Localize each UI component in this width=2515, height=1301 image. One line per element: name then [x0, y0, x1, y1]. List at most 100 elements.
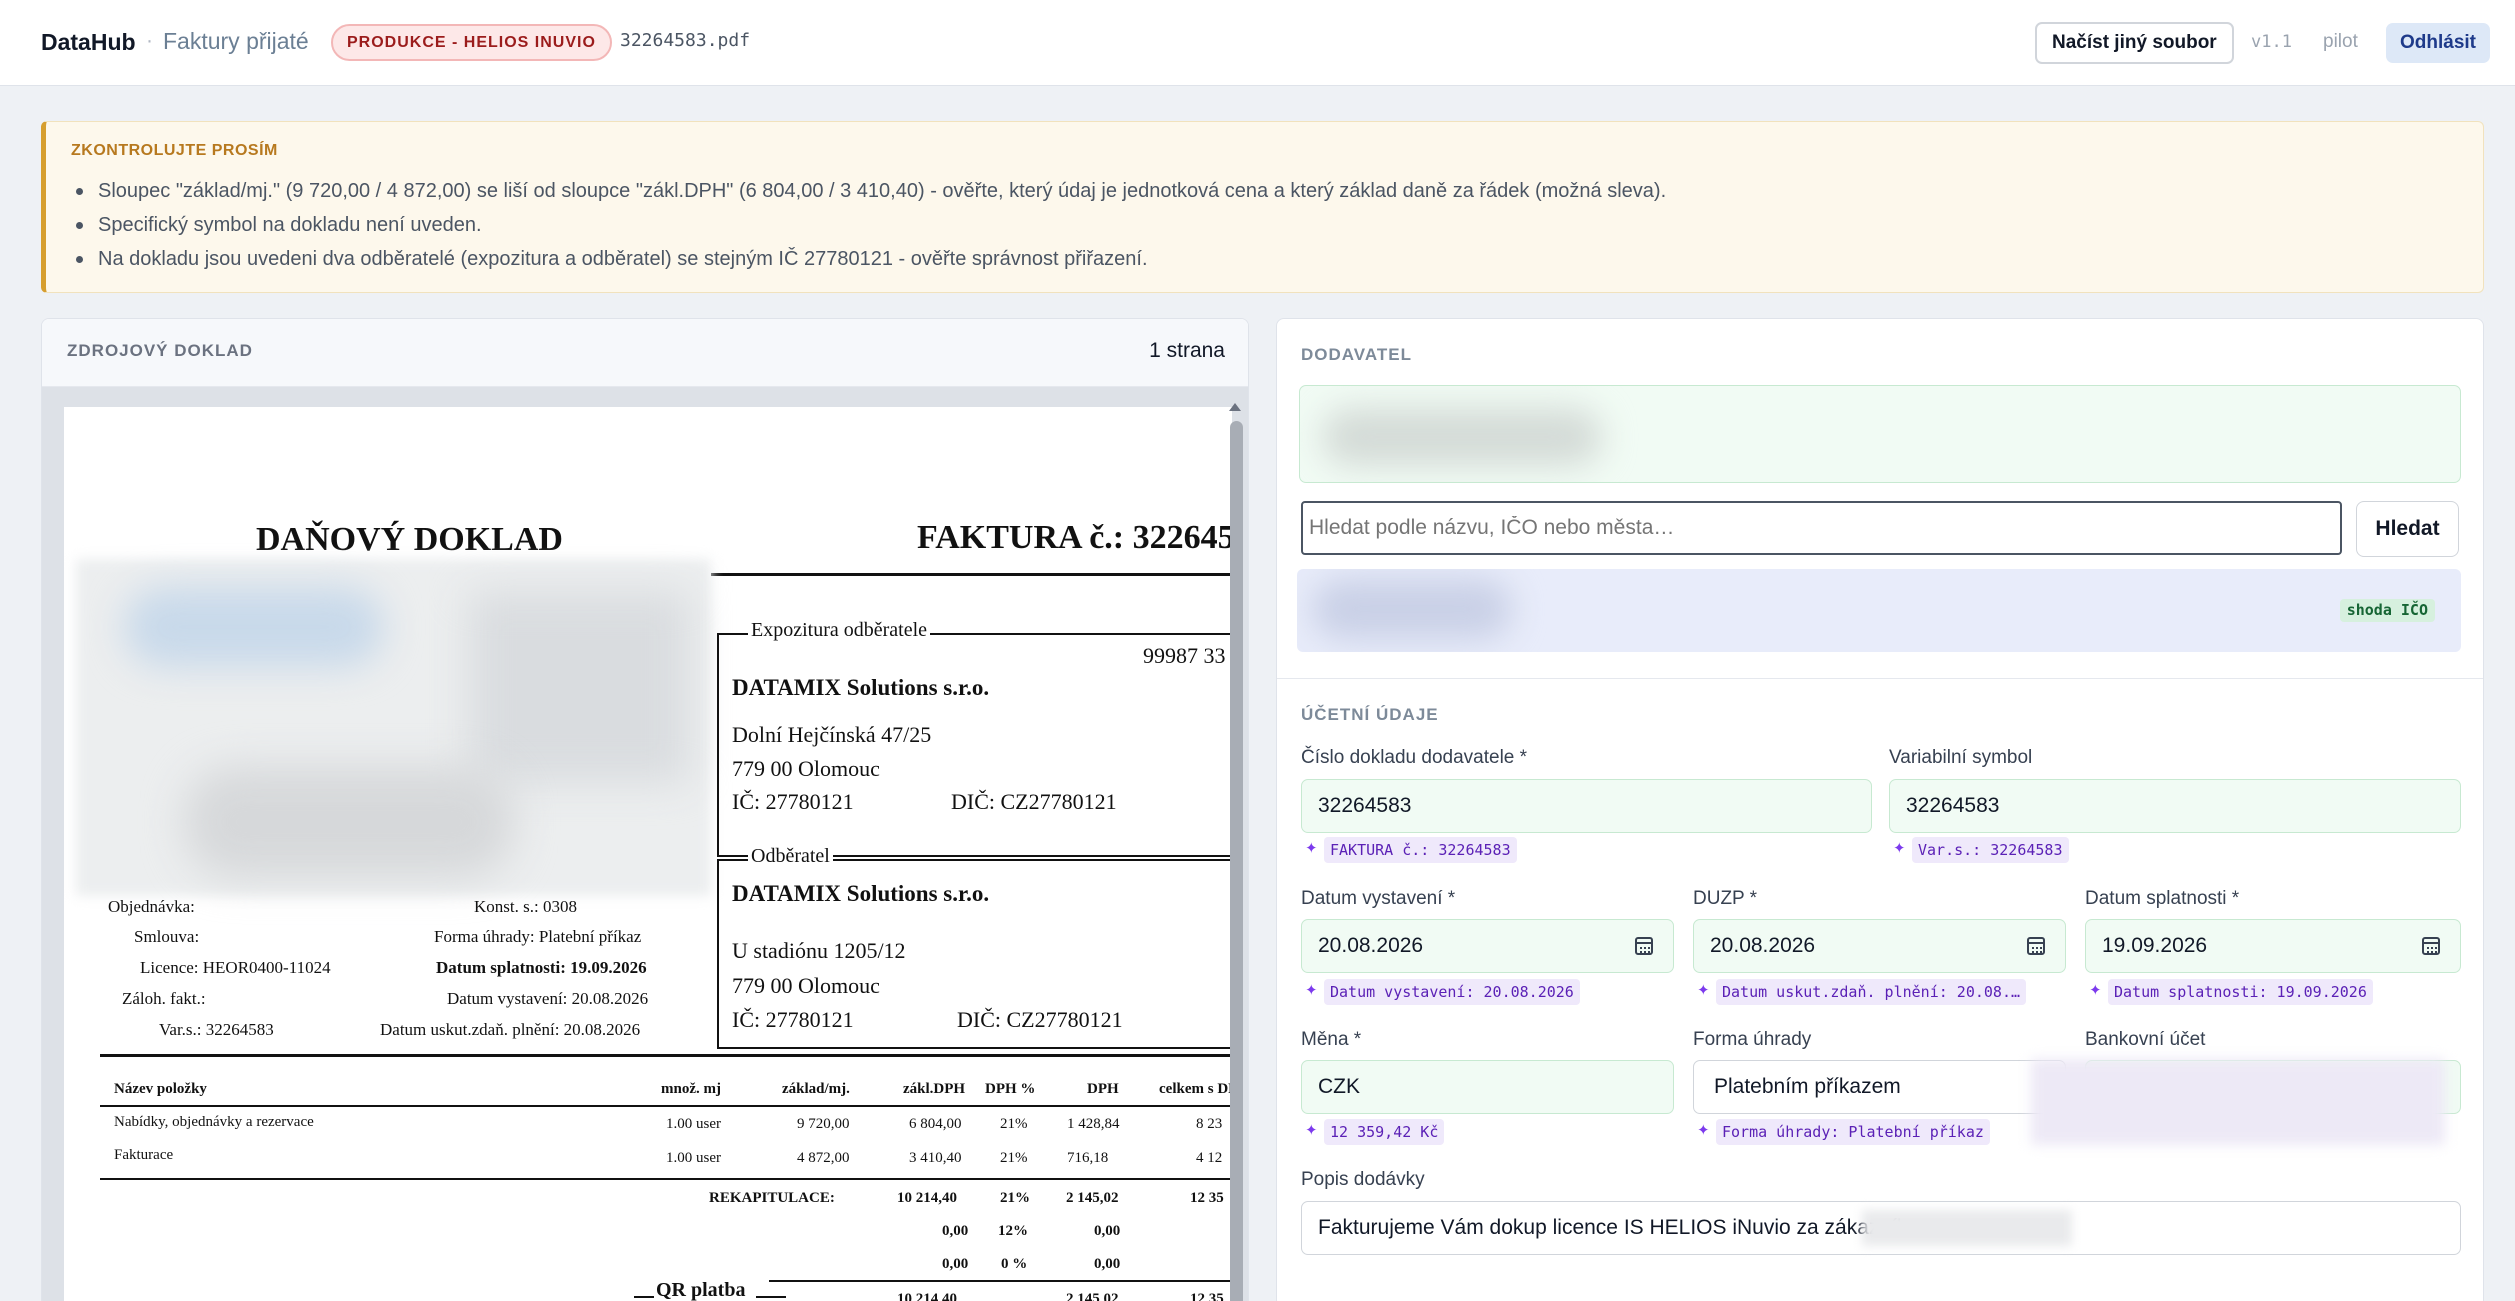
recap-vat: 2 145,02 [1066, 1190, 1119, 1206]
description-label: Popis dodávky [1301, 1169, 1425, 1190]
doc-rule [756, 1296, 786, 1298]
recap-total: 12 35 [1190, 1190, 1224, 1206]
recap-base: 10 214,40 [897, 1190, 957, 1206]
doc-number-field[interactable]: 32264583 [1301, 779, 1872, 833]
info-forma: Forma úhrady: Platební příkaz [434, 927, 642, 946]
col-header: Název položky [114, 1081, 207, 1097]
col-header: DPH % [985, 1081, 1036, 1097]
payment-label: Forma úhrady [1693, 1029, 1812, 1050]
item-total: 8 23 [1196, 1116, 1223, 1132]
info-licence: Licence: HEOR0400-11024 [140, 958, 331, 977]
redacted-supplier [1322, 408, 1602, 466]
recap-vat: 0,00 [1094, 1256, 1121, 1272]
redacted-block [184, 767, 514, 877]
col-header: DPH [1087, 1081, 1119, 1097]
doc-number-label: Číslo dokladu dodavatele * [1301, 747, 1528, 768]
info-uskut: Datum uskut.zdaň. plnění: 20.08.2026 [380, 1020, 641, 1039]
item-unit-price: 9 720,00 [797, 1116, 850, 1132]
sparkle-icon: ✦ [1893, 840, 1906, 857]
calendar-icon[interactable] [2422, 937, 2440, 955]
scroll-up-arrow-icon[interactable] [1229, 403, 1241, 411]
currency-field[interactable]: CZK [1301, 1060, 1674, 1114]
redacted-bank-account [2031, 1059, 2445, 1145]
sparkle-icon: ✦ [1697, 982, 1710, 999]
section-divider [1277, 678, 2483, 679]
recap-label: REKAPITULACE: [709, 1190, 835, 1206]
odberatel-legend: Odběratel [748, 845, 833, 868]
scroll-thumb[interactable] [1230, 421, 1243, 1301]
item-unit-price: 4 872,00 [797, 1150, 850, 1166]
due-date-value: 19.09.2026 [2102, 934, 2208, 957]
supplier-search-input[interactable] [1301, 501, 2342, 555]
source-chip: Datum vystavení: 20.08.2026 [1324, 979, 1580, 1005]
item-vat-rate: 21% [1000, 1150, 1028, 1166]
item-qty: 1.00 user [666, 1150, 721, 1166]
bank-account-label: Bankovní účet [2085, 1029, 2206, 1050]
selected-supplier-card[interactable] [1299, 385, 2461, 483]
col-header: celkem s DPH [1159, 1081, 1232, 1097]
calendar-icon[interactable] [1635, 937, 1653, 955]
payment-select[interactable]: Platebním příkazem [1693, 1060, 2066, 1114]
expozitura-name: DATAMIX Solutions s.r.o. [732, 675, 990, 700]
var-symbol-label: Variabilní symbol [1889, 747, 2033, 768]
current-filename: 32264583.pdf [620, 30, 751, 51]
col-header: zákl.DPH [903, 1081, 966, 1097]
document-scrollbar[interactable] [1229, 401, 1243, 1301]
item-vat-rate: 21% [1000, 1116, 1028, 1132]
col-header: základ/mj. [782, 1081, 850, 1097]
grand-total-vat: 2 145,02 [1066, 1291, 1119, 1301]
doc-rule [100, 1178, 1232, 1180]
var-symbol-field[interactable]: 32264583 [1889, 779, 2461, 833]
item-qty: 1.00 user [666, 1116, 721, 1132]
review-warning: ZKONTROLUJTE PROSÍM Sloupec "základ/mj."… [41, 121, 2484, 293]
info-objednavka: Objednávka: [108, 897, 195, 916]
load-other-file-button[interactable]: Načíst jiný soubor [2035, 22, 2234, 64]
item-total: 4 12 [1196, 1150, 1223, 1166]
supplier-search-button[interactable]: Hledat [2356, 501, 2459, 557]
doc-rule [100, 1105, 1232, 1107]
supplier-match-result[interactable]: shoda IČO [1297, 569, 2461, 652]
module-title: Faktury přijaté [163, 28, 309, 54]
issue-date-field[interactable]: 20.08.2026 [1301, 919, 1674, 973]
sparkle-icon: ✦ [2089, 982, 2102, 999]
odberatel-dic: DIČ: CZ27780121 [957, 1007, 1123, 1032]
source-panel-title: ZDROJOVÝ DOKLAD [67, 341, 253, 360]
supplier-section-title: DODAVATEL [1301, 345, 1412, 364]
source-panel-header: ZDROJOVÝ DOKLAD 1 strana [42, 319, 1248, 387]
due-date-field[interactable]: 19.09.2026 [2085, 919, 2461, 973]
recap-rate: 21% [1000, 1190, 1030, 1206]
app-brand[interactable]: DataHub [41, 29, 136, 56]
source-document-panel: ZDROJOVÝ DOKLAD 1 strana DAŇOVÝ DOKLAD F… [41, 318, 1249, 1301]
item-vat: 716,18 [1067, 1150, 1109, 1166]
info-vystaveni: Datum vystavení: 20.08.2026 [447, 989, 649, 1008]
info-smlouva: Smlouva: [134, 927, 200, 946]
recap-rate: 0 % [1001, 1256, 1028, 1272]
warning-item: Sloupec "základ/mj." (9 720,00 / 4 872,0… [71, 177, 1666, 211]
accounting-section-title: ÚČETNÍ ÚDAJE [1301, 705, 1439, 724]
logout-button[interactable]: Odhlásit [2386, 23, 2491, 63]
odberatel-name: DATAMIX Solutions s.r.o. [732, 881, 990, 906]
col-header: množ. mj [661, 1081, 721, 1097]
sparkle-icon: ✦ [1305, 982, 1318, 999]
info-zaloh: Záloh. fakt.: [122, 989, 206, 1008]
item-base: 3 410,40 [909, 1150, 962, 1166]
odberatel-ic: IČ: 27780121 [732, 1007, 854, 1032]
doc-rule [769, 1280, 1232, 1282]
expozitura-dic: DIČ: CZ27780121 [951, 789, 1117, 814]
redacted-customer [1862, 1210, 2072, 1246]
info-splatnost: Datum splatnosti: 19.09.2026 [436, 958, 647, 977]
odberatel-city: 779 00 Olomouc [732, 973, 880, 998]
expozitura-legend: Expozitura odběratele [748, 619, 931, 642]
item-base: 6 804,00 [909, 1116, 962, 1132]
source-chip: Var.s.: 32264583 [1912, 837, 2069, 863]
item-name: Fakturace [114, 1147, 174, 1163]
item-vat: 1 428,84 [1067, 1116, 1120, 1132]
expozitura-street: Dolní Hejčínská 47/25 [732, 722, 932, 747]
recap-base: 0,00 [942, 1223, 969, 1239]
grand-total: 12 35 [1190, 1291, 1224, 1301]
calendar-icon[interactable] [2027, 937, 2045, 955]
duzp-field[interactable]: 20.08.2026 [1693, 919, 2066, 973]
doc-invoice-number: FAKTURA č.: 3226458 [917, 519, 1232, 556]
warning-title: ZKONTROLUJTE PROSÍM [71, 142, 278, 159]
document-viewer[interactable]: DAŇOVÝ DOKLAD FAKTURA č.: 3226458 Expozi… [42, 387, 1248, 1301]
